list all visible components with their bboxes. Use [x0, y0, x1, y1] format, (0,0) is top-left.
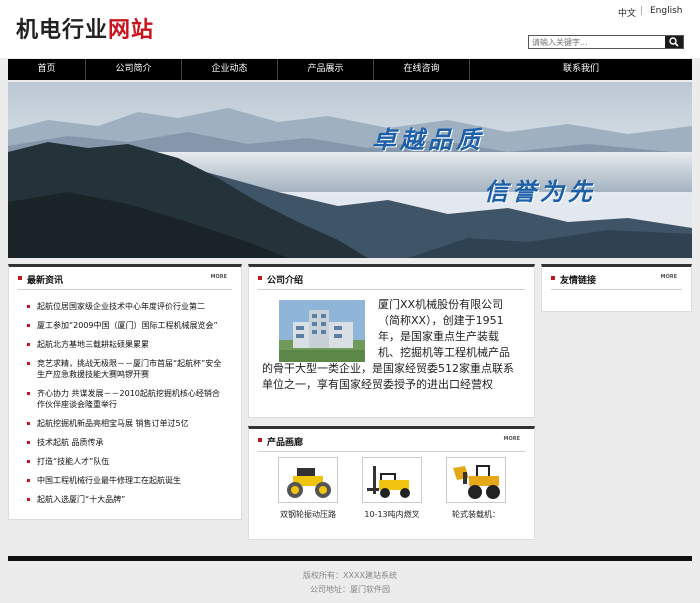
panel-header: 产品画廊 MORE [249, 429, 534, 452]
lang-english-link[interactable]: English [650, 6, 683, 16]
lang-chinese-link[interactable]: 中文 [618, 6, 636, 19]
search-input[interactable] [532, 36, 664, 48]
list-item[interactable]: 起航北方基地三载耕耘硕果累累 [27, 339, 227, 350]
panel-header: 最新资讯 MORE [9, 267, 241, 290]
news-more-link[interactable]: MORE [211, 274, 228, 280]
nav-item-consult[interactable]: 在线咨询 [374, 59, 470, 80]
nav-item-contact[interactable]: 联系我们 [470, 59, 692, 80]
list-item[interactable]: 厦工参加“2009中国（厦门）国际工程机械展览会” [27, 320, 227, 331]
footer-address: 公司地址：厦门软件园 [310, 585, 390, 594]
nav-item-news[interactable]: 企业动态 [182, 59, 278, 80]
wheel-loader-icon [446, 457, 506, 503]
company-intro-panel: 公司介绍 厦门XX机械股份有限公司（简称XX），创建于1951年，是国家重点生产… [248, 264, 535, 418]
panel-header: 公司介绍 [249, 267, 534, 290]
divider [258, 289, 525, 290]
product-item[interactable]: 轮式装载机： [437, 457, 515, 520]
panel-title: 友情链接 [551, 273, 596, 286]
search-icon [669, 37, 679, 47]
footer-divider [8, 556, 692, 561]
list-item[interactable]: 打造“技能人才”队伍 [27, 456, 227, 467]
list-item[interactable]: 中国工程机械行业最牛修理工在起航诞生 [27, 475, 227, 486]
product-caption: 双钢轮振动压路 [280, 510, 336, 519]
nav-item-products[interactable]: 产品展示 [278, 59, 374, 80]
panel-header: 友情链接 MORE [542, 267, 691, 290]
site-header: 机电行业网站 中文 | English [0, 0, 700, 58]
road-roller-icon [278, 457, 338, 503]
mountain-landscape-image [8, 82, 692, 258]
list-item[interactable]: 起航入选厦门“十大品牌” [27, 494, 227, 505]
list-item[interactable]: 技术起航 品质传承 [27, 437, 227, 448]
products-more-link[interactable]: MORE [504, 436, 521, 442]
logo-text-main: 机电行业 [16, 18, 109, 43]
logo-text-accent: 网站 [108, 18, 155, 43]
divider [258, 451, 525, 452]
news-list: 起航位居国家级企业技术中心年度评价行业第二 厦工参加“2009中国（厦门）国际工… [27, 301, 227, 513]
site-logo[interactable]: 机电行业网站 [16, 12, 154, 44]
main-nav: 首页 公司简介 企业动态 产品展示 在线咨询 联系我们 [8, 59, 692, 80]
list-item[interactable]: 起航位居国家级企业技术中心年度评价行业第二 [27, 301, 227, 312]
links-more-link[interactable]: MORE [661, 274, 678, 280]
product-item[interactable]: 双钢轮振动压路 [269, 457, 347, 520]
list-item[interactable]: 竞艺求精，挑战无极限－－厦门市首届“起航杯”安全生产应急救援技能大赛鸣锣开赛 [27, 358, 227, 380]
panel-title: 产品画廊 [258, 435, 303, 448]
panel-title: 公司介绍 [258, 273, 303, 286]
nav-item-home[interactable]: 首页 [8, 59, 86, 80]
product-item[interactable]: 10-13吨内燃叉 [353, 457, 431, 520]
product-caption: 轮式装载机： [452, 510, 500, 519]
latest-news-panel: 最新资讯 MORE 起航位居国家级企业技术中心年度评价行业第二 厦工参加“200… [8, 264, 242, 520]
divider [18, 289, 232, 290]
friendly-links-panel: 友情链接 MORE [541, 264, 692, 312]
product-gallery-panel: 产品画廊 MORE 双钢轮振动压路 10-13吨内燃叉 轮式装载机： [248, 426, 535, 540]
list-item[interactable]: 起航挖掘机新品亮相宝马展 销售订单过5亿 [27, 418, 227, 429]
banner-slogan-reputation: 信誉为先 [484, 177, 596, 206]
banner-slogan-quality: 卓越品质 [372, 125, 484, 154]
company-intro-text-block: 厦门XX机械股份有限公司（简称XX），创建于1951年，是国家重点生产装载机、挖… [262, 297, 520, 393]
panel-title: 最新资讯 [18, 273, 63, 286]
divider [551, 289, 682, 290]
forklift-icon [362, 457, 422, 503]
lang-separator: | [640, 6, 644, 16]
footer-copyright: 版权所有：XXXX建站系统 [303, 571, 397, 580]
product-caption: 10-13吨内燃叉 [364, 510, 420, 519]
hero-banner: 卓越品质 信誉为先 [8, 82, 692, 258]
search-button[interactable] [665, 36, 683, 48]
search-box [528, 35, 684, 49]
nav-item-about[interactable]: 公司简介 [86, 59, 182, 80]
list-item[interactable]: 齐心协力 共谋发展－－2010起航挖掘机核心经销合作伙伴座谈会隆重举行 [27, 388, 227, 410]
